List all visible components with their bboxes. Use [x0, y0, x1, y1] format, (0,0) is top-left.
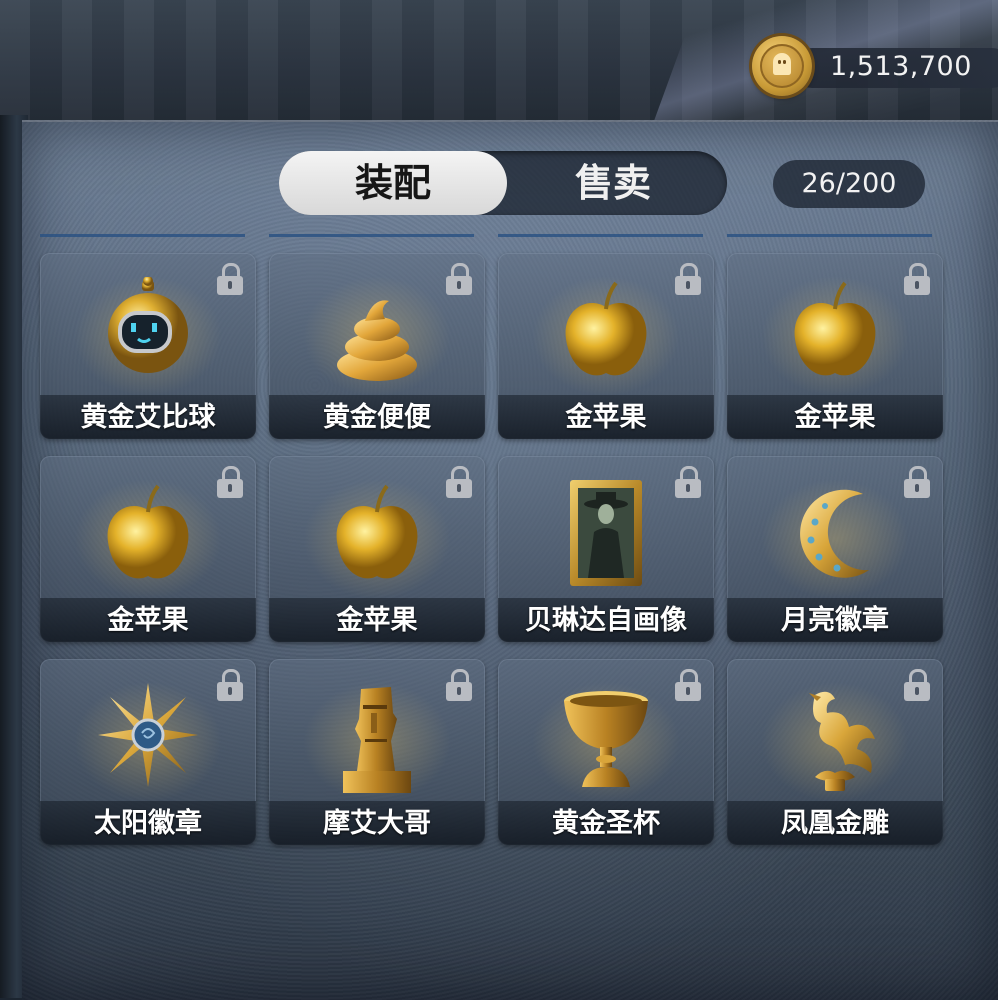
item-name: 凤凰金雕 [781, 808, 889, 839]
item-card[interactable]: 金苹果 [727, 253, 943, 439]
item-card[interactable]: 凤凰金雕 [727, 659, 943, 845]
currency-display[interactable]: 1,513,700 [752, 32, 998, 102]
lock-icon [674, 466, 702, 498]
item-name: 金苹果 [107, 605, 189, 636]
lock-icon [216, 669, 244, 701]
item-card[interactable]: 金苹果 [269, 456, 485, 642]
lock-icon [445, 263, 473, 295]
lock-icon [674, 669, 702, 701]
tab-equip[interactable]: 装配 [279, 151, 507, 215]
currency-amount: 1,513,700 [830, 51, 972, 82]
golden-grail-icon [564, 691, 648, 787]
item-card[interactable]: 摩艾大哥 [269, 659, 485, 845]
moon-badge-icon [800, 489, 869, 578]
lock-icon [674, 263, 702, 295]
item-name: 黄金圣杯 [552, 808, 660, 839]
golden-apple-icon [336, 484, 418, 579]
item-card[interactable]: 月亮徽章 [727, 456, 943, 642]
item-card[interactable]: 黄金圣杯 [498, 659, 714, 845]
lock-icon [903, 466, 931, 498]
item-card[interactable]: 黄金便便 [269, 253, 485, 439]
lock-icon [445, 669, 473, 701]
inventory-capacity: 26/200 [773, 160, 925, 208]
lock-icon [903, 263, 931, 295]
lock-icon [903, 669, 931, 701]
item-name: 黄金艾比球 [80, 402, 216, 433]
item-name: 摩艾大哥 [323, 808, 431, 839]
phoenix-sculpture-icon [809, 691, 875, 791]
item-name: 月亮徽章 [781, 605, 889, 636]
lock-icon [216, 466, 244, 498]
tab-sell[interactable]: 售卖 [499, 151, 727, 215]
item-card[interactable]: 金苹果 [40, 456, 256, 642]
item-name: 金苹果 [565, 402, 647, 433]
item-card[interactable]: 金苹果 [498, 253, 714, 439]
moai-statue-icon [343, 687, 411, 793]
golden-apple-icon [565, 281, 647, 376]
item-name: 金苹果 [794, 402, 876, 433]
sun-badge-icon [98, 683, 198, 787]
golden-poop-icon [337, 300, 417, 381]
portrait-painting-icon [570, 480, 642, 586]
lock-icon [445, 466, 473, 498]
item-card[interactable]: 贝琳达自画像 [498, 456, 714, 642]
golden-apple-icon [794, 281, 876, 376]
item-grid: 黄金艾比球 黄金便便 金苹果 金苹果 金苹果 金苹果 贝琳达自画像 月亮徽章 太… [40, 253, 944, 845]
item-name: 太阳徽章 [94, 808, 202, 839]
item-card[interactable]: 黄金艾比球 [40, 253, 256, 439]
item-name: 贝琳达自画像 [525, 605, 687, 636]
golden-robot-ball-icon [108, 277, 188, 373]
lock-icon [216, 263, 244, 295]
tab-bar: 售卖 装配 [279, 151, 727, 215]
item-name: 黄金便便 [323, 402, 431, 433]
golden-apple-icon [107, 484, 189, 579]
section-divider [40, 234, 940, 237]
item-name: 金苹果 [336, 605, 418, 636]
ghost-coin-icon [752, 36, 812, 96]
item-card[interactable]: 太阳徽章 [40, 659, 256, 845]
